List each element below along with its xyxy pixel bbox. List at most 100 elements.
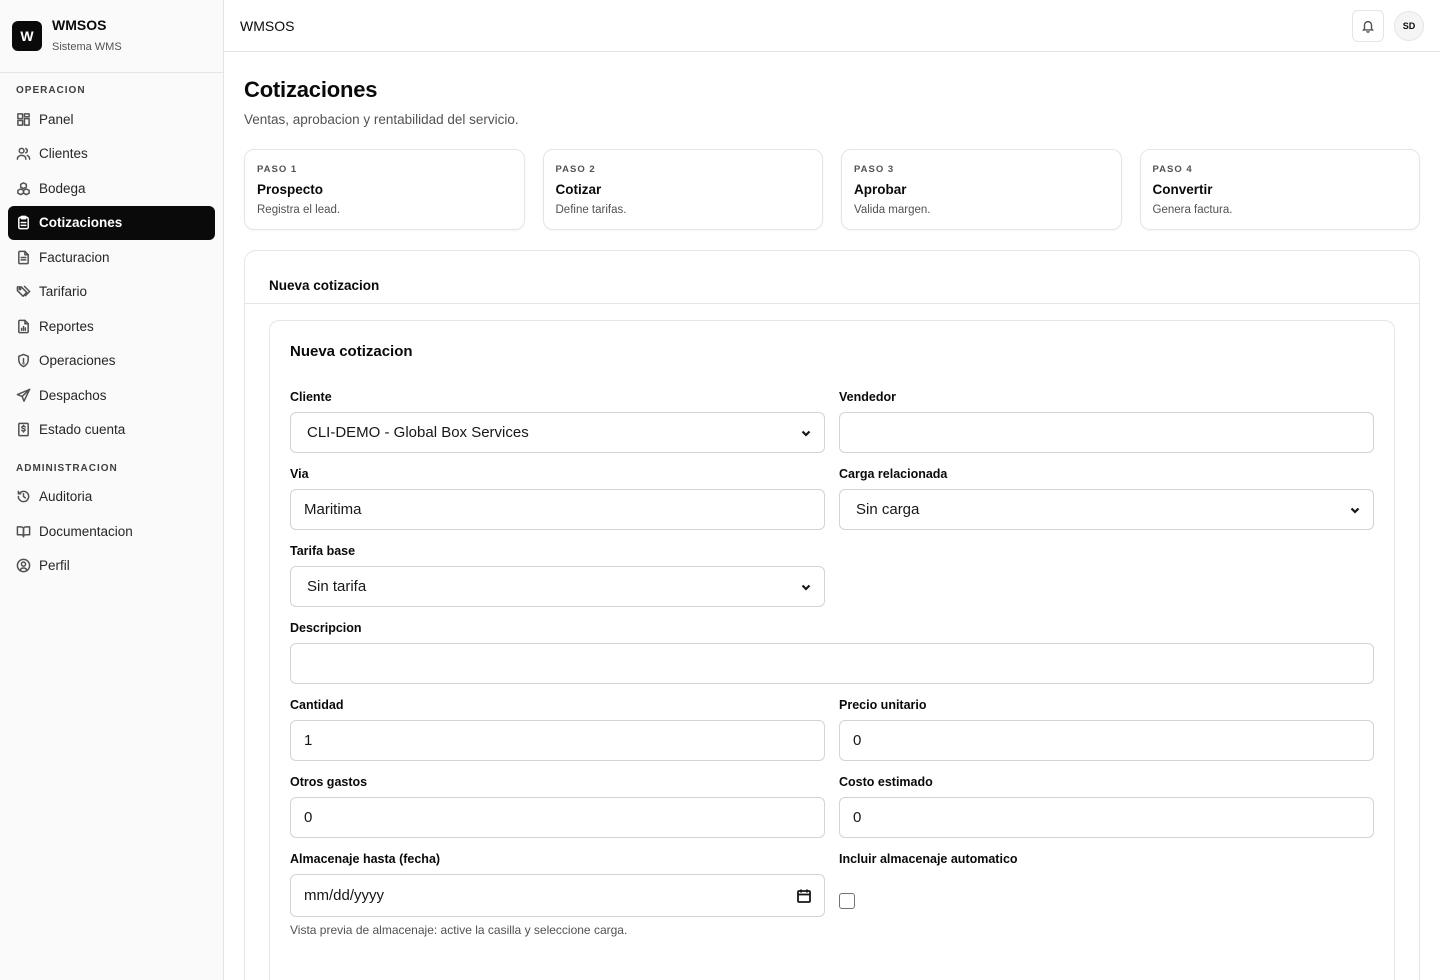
boxes-icon [17, 181, 30, 195]
section-label-operacion: OPERACION [16, 85, 86, 96]
step-desc: Define tarifas. [555, 204, 627, 216]
almacenaje-date-input[interactable]: mm/dd/yyyy [290, 874, 825, 917]
costo-estimado-input[interactable]: 0 [839, 797, 1374, 838]
vendedor-input[interactable] [839, 412, 1374, 453]
precio-label: Precio unitario [839, 698, 927, 712]
quote-form-card: Nueva cotizacion Cliente CLI-DEMO - Glob… [269, 320, 1395, 980]
sidebar-item-clientes[interactable]: Clientes [8, 137, 215, 171]
users-icon [16, 147, 31, 160]
cantidad-input[interactable]: 1 [290, 720, 825, 761]
history-icon [17, 490, 30, 503]
step-desc: Valida margen. [854, 204, 931, 216]
sidebar-item-label: Operaciones [39, 353, 116, 368]
sidebar-item-label: Reportes [39, 318, 94, 334]
step-name: Prospecto [257, 182, 324, 197]
date-placeholder: mm/dd/yyyy [304, 887, 385, 904]
file-text-icon [18, 250, 29, 264]
shield-icon [18, 353, 29, 368]
sidebar-item-cotizaciones[interactable]: Cotizaciones [8, 205, 215, 240]
cliente-select[interactable]: CLI-DEMO - Global Box Services [290, 412, 825, 453]
almacenaje-auto-checkbox[interactable] [839, 893, 855, 909]
cliente-value: CLI-DEMO - Global Box Services [307, 424, 529, 441]
descripcion-input[interactable] [290, 643, 1374, 684]
sidebar-item-label: Facturacion [39, 249, 110, 265]
sidebar-item-label: Panel [39, 111, 74, 127]
main-content: Cotizaciones Ventas, aprobacion y rentab… [244, 52, 1420, 980]
sidebar-item-reportes[interactable]: Reportes [8, 309, 215, 343]
otros-label: Otros gastos [290, 775, 368, 789]
step-tag: PASO 2 [555, 164, 596, 175]
step-desc: Registra el lead. [257, 204, 341, 216]
clipboard-icon [18, 215, 29, 230]
panel-tab-nueva-cotizacion[interactable]: Nueva cotizacion [245, 251, 1419, 304]
costo-label: Costo estimado [839, 775, 933, 789]
carga-label: Carga relacionada [839, 467, 948, 481]
step-tag: PASO 4 [1152, 164, 1193, 175]
step-name: Aprobar [854, 182, 907, 197]
tarifa-select[interactable]: Sin tarifa [290, 566, 825, 607]
chevron-down-icon [801, 430, 811, 437]
tarifa-label: Tarifa base [290, 544, 356, 558]
cantidad-label: Cantidad [290, 698, 344, 712]
user-circle-icon [16, 558, 31, 573]
sidebar-item-documentacion[interactable]: Documentacion [8, 514, 215, 548]
sidebar-item-label: Cotizaciones [39, 215, 123, 230]
quote-panel: Nueva cotizacion Nueva cotizacion Client… [244, 250, 1420, 980]
tarifa-value: Sin tarifa [307, 578, 367, 595]
via-input[interactable]: Maritima [290, 489, 825, 530]
sidebar-item-despachos[interactable]: Despachos [8, 378, 215, 412]
almacenaje-hint: Vista previa de almacenaje: active la ca… [290, 923, 628, 937]
almacenaje-fecha-label: Almacenaje hasta (fecha) [290, 852, 441, 866]
sidebar-item-label: Clientes [39, 146, 88, 161]
nav-administracion: Auditoria Documentacion Perfil [0, 480, 223, 583]
step-tag: PASO 1 [257, 164, 298, 175]
sidebar-item-bodega[interactable]: Bodega [8, 171, 215, 205]
book-icon [16, 525, 31, 537]
step-card-2: PASO 2 Cotizar Define tarifas. [542, 149, 823, 230]
calendar-icon[interactable] [796, 888, 812, 904]
brand-name: WMSOS [52, 17, 107, 33]
brand-subtitle: Sistema WMS [52, 41, 122, 53]
grid-icon [17, 112, 30, 126]
carga-select[interactable]: Sin carga [839, 489, 1374, 530]
topbar-title: WMSOS [240, 17, 295, 34]
precio-input[interactable]: 0 [839, 720, 1374, 761]
almacenaje-auto-label: Incluir almacenaje automatico [839, 852, 1018, 866]
sidebar-item-label: Auditoria [39, 489, 93, 504]
chevron-down-icon [1350, 507, 1360, 514]
carga-value: Sin carga [856, 501, 920, 518]
otros-gastos-input[interactable]: 0 [290, 797, 825, 838]
sidebar-item-label: Tarifario [39, 284, 88, 299]
step-card-3: PASO 3 Aprobar Valida margen. [841, 149, 1122, 230]
notifications-button[interactable] [1352, 9, 1384, 42]
sidebar-item-estado-cuenta[interactable]: Estado cuenta [8, 413, 215, 447]
send-icon [16, 388, 31, 402]
sidebar-item-label: Estado cuenta [39, 422, 126, 437]
sidebar-item-panel[interactable]: Panel [8, 102, 215, 136]
receipt-dollar-icon [18, 422, 29, 437]
vendedor-label: Vendedor [839, 390, 896, 404]
sidebar-item-operaciones[interactable]: Operaciones [8, 344, 215, 378]
form-title: Nueva cotizacion [290, 343, 413, 360]
sidebar-item-label: Despachos [39, 387, 107, 403]
brand-logo: W [12, 21, 42, 51]
sidebar: W WMSOS Sistema WMS OPERACION Panel Clie… [0, 0, 224, 980]
page-subtitle: Ventas, aprobacion y rentabilidad del se… [244, 112, 519, 127]
sidebar-item-tarifario[interactable]: Tarifario [8, 275, 215, 309]
sidebar-item-auditoria[interactable]: Auditoria [8, 480, 215, 514]
bell-icon [1361, 20, 1375, 33]
brand: W WMSOS Sistema WMS [0, 0, 223, 73]
step-card-4: PASO 4 Convertir Genera factura. [1139, 149, 1420, 230]
sidebar-item-perfil[interactable]: Perfil [8, 549, 215, 583]
quote-form: Cliente CLI-DEMO - Global Box Services V… [290, 390, 1374, 951]
chevron-down-icon [801, 584, 811, 591]
steps: PASO 1 Prospecto Registra el lead. PASO … [244, 149, 1420, 230]
sidebar-item-facturacion[interactable]: Facturacion [8, 240, 215, 274]
section-label-administracion: ADMINISTRACION [16, 462, 118, 474]
avatar[interactable]: SD [1394, 10, 1424, 41]
file-chart-icon [18, 319, 29, 333]
nav-operacion: Panel Clientes Bodega Cotizaciones Factu… [0, 102, 223, 447]
step-desc: Genera factura. [1152, 204, 1233, 216]
step-name: Convertir [1152, 182, 1213, 197]
sidebar-item-label: Perfil [39, 558, 70, 573]
